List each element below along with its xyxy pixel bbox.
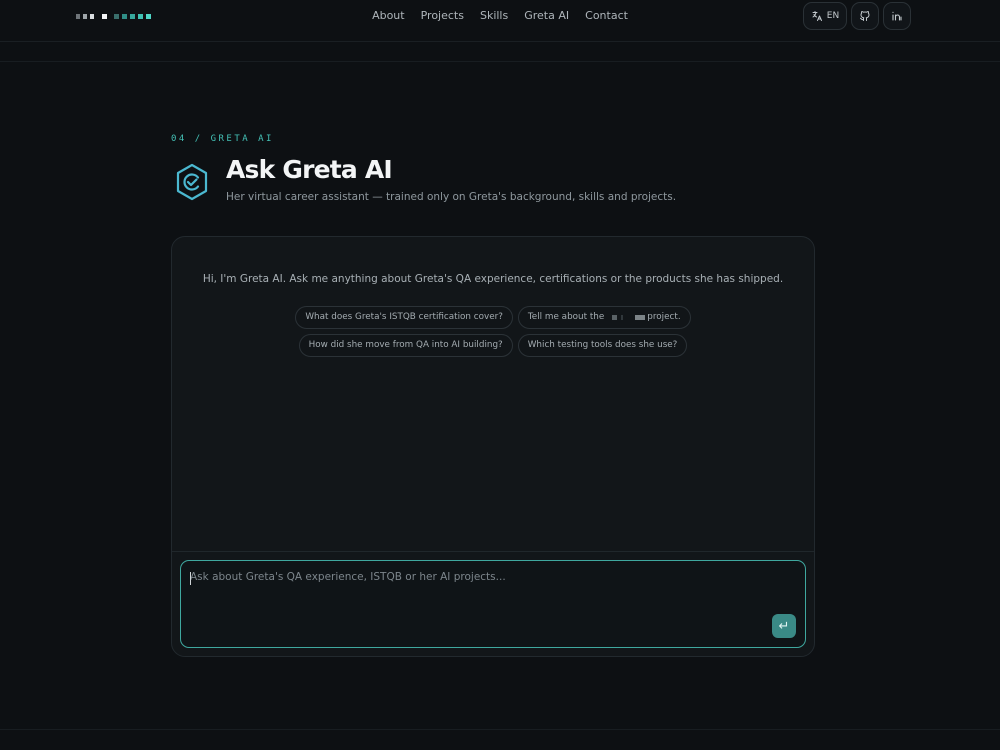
chat-composer: ↵ xyxy=(180,560,806,648)
redacted-project-name xyxy=(606,315,646,320)
page-subtitle: Her virtual career assistant — trained o… xyxy=(226,191,677,203)
assistant-greeting: Hi, I'm Greta AI. Ask me anything about … xyxy=(202,273,784,285)
chat-panel: Hi, I'm Greta AI. Ask me anything about … xyxy=(171,236,815,657)
linkedin-icon xyxy=(892,11,902,21)
nav-actions: EN xyxy=(803,2,911,30)
enter-icon: ↵ xyxy=(778,618,790,634)
composer-divider xyxy=(172,551,814,552)
nav-link-greta-ai[interactable]: Greta AI xyxy=(516,0,577,32)
greta-ai-logo-icon xyxy=(176,163,208,201)
text-caret xyxy=(190,572,191,585)
language-toggle-button[interactable]: EN xyxy=(803,2,847,30)
github-icon xyxy=(860,11,870,21)
nav-link-contact[interactable]: Contact xyxy=(577,0,636,32)
send-button[interactable]: ↵ xyxy=(772,614,796,638)
linkedin-button[interactable] xyxy=(883,2,911,30)
nav-link-projects[interactable]: Projects xyxy=(413,0,472,32)
translate-icon xyxy=(812,11,822,21)
suggestion-chip-istqb[interactable]: What does Greta's ISTQB certification co… xyxy=(295,306,513,329)
nav-link-skills[interactable]: Skills xyxy=(472,0,516,32)
top-navbar: About Projects Skills Greta AI Contact E… xyxy=(0,0,1000,42)
suggestion-chip-project-suffix: project. xyxy=(647,312,681,322)
footer-divider xyxy=(0,729,1000,730)
suggestion-chip-project-prefix: Tell me about the xyxy=(527,312,605,322)
header-divider xyxy=(0,61,1000,62)
suggestion-chip-qa-to-ai[interactable]: How did she move from QA into AI buildin… xyxy=(298,334,513,357)
language-label: EN xyxy=(826,11,840,21)
github-button[interactable] xyxy=(851,2,879,30)
chat-input[interactable] xyxy=(181,561,805,647)
page-title: Ask Greta AI xyxy=(226,155,393,184)
section-tag: 04 / GRETA AI xyxy=(171,134,274,144)
suggestion-chip-project[interactable]: Tell me about the project. xyxy=(517,306,691,329)
nav-link-about[interactable]: About xyxy=(364,0,413,32)
suggestion-chip-testing-tools[interactable]: Which testing tools does she use? xyxy=(517,334,688,357)
suggestion-chips: What does Greta's ISTQB certification co… xyxy=(172,306,814,357)
